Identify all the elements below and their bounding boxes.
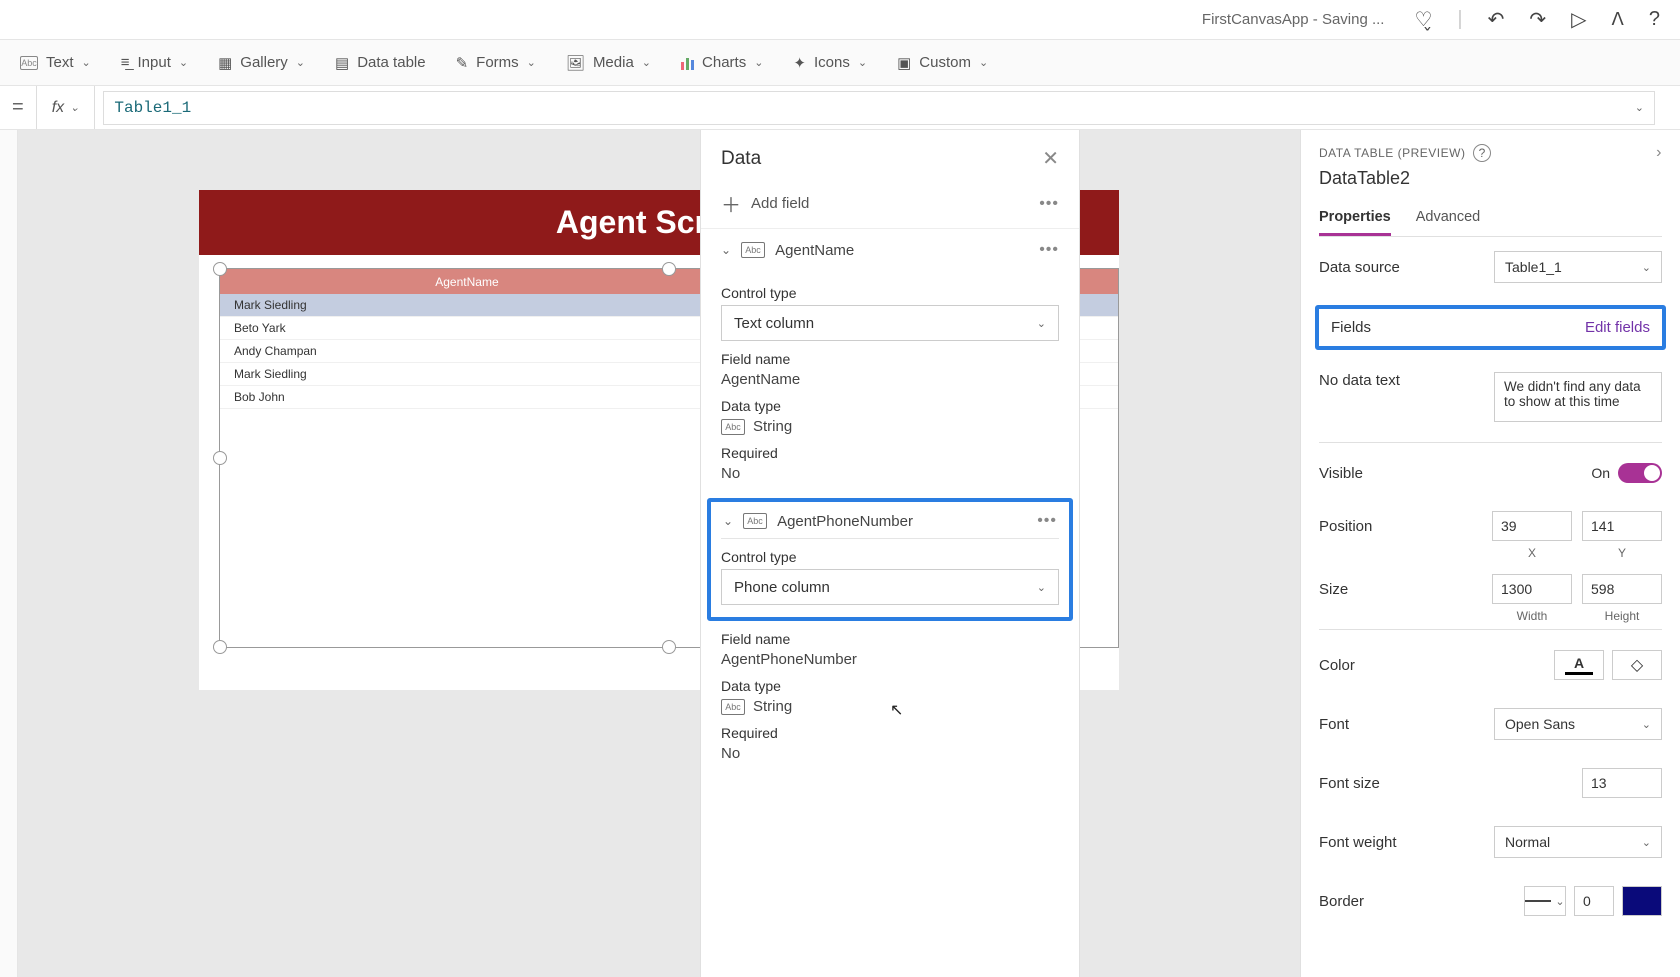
formula-input[interactable]: Table1_1 xyxy=(114,99,1634,117)
ribbon-forms[interactable]: ✎Forms⌄ xyxy=(456,54,536,72)
ribbon-gallery[interactable]: ▦Gallery⌄ xyxy=(218,54,305,72)
equals-label: = xyxy=(0,96,36,119)
tab-properties[interactable]: Properties xyxy=(1319,201,1391,236)
border-color-button[interactable] xyxy=(1622,886,1662,916)
abc-icon: Abc xyxy=(741,242,765,258)
width-input[interactable]: 1300 xyxy=(1492,574,1572,604)
more-icon[interactable]: ••• xyxy=(1039,195,1059,213)
icons-icon: ✦ xyxy=(793,54,806,72)
close-icon[interactable]: ✕ xyxy=(1042,146,1059,171)
resize-handle[interactable] xyxy=(213,262,227,276)
font-select[interactable]: Open Sans⌄ xyxy=(1494,708,1662,740)
border-style-select[interactable]: ⌄ xyxy=(1524,886,1566,916)
resize-handle[interactable] xyxy=(213,640,227,654)
field-card-agentphone-highlight: ⌄AbcAgentPhoneNumber ••• Control type Ph… xyxy=(707,498,1073,621)
control-name: DataTable2 xyxy=(1319,168,1662,189)
abc-icon: Abc xyxy=(721,699,745,715)
table-icon: ▤ xyxy=(335,54,349,72)
app-title: FirstCanvasApp - Saving ... xyxy=(1202,11,1385,28)
share-icon[interactable]: ᐱ xyxy=(1612,9,1624,30)
resize-handle[interactable] xyxy=(662,262,676,276)
ribbon-icons[interactable]: ✦Icons⌄ xyxy=(793,54,867,72)
border-width-input[interactable]: 0 xyxy=(1574,886,1614,916)
help-circle-icon[interactable]: ? xyxy=(1473,144,1491,162)
insert-ribbon: AbcText⌄ ≡̲Input⌄ ▦Gallery⌄ ▤Data table … xyxy=(0,40,1680,86)
tab-advanced[interactable]: Advanced xyxy=(1416,201,1481,236)
health-icon[interactable]: ♡̬ xyxy=(1414,7,1432,32)
fields-row-highlight: Fields Edit fields xyxy=(1315,305,1666,350)
position-y-input[interactable]: 141 xyxy=(1582,511,1662,541)
control-type-select[interactable]: Phone column⌄ xyxy=(721,569,1059,605)
fx-button[interactable]: fx⌄ xyxy=(36,86,96,129)
play-icon[interactable]: ▷ xyxy=(1571,7,1586,32)
chevron-right-icon[interactable]: › xyxy=(1656,144,1662,162)
media-icon: 🖼 xyxy=(566,54,585,72)
edit-fields-link[interactable]: Edit fields xyxy=(1585,319,1650,336)
properties-pane: DATA TABLE (PREVIEW) ? › DataTable2 Prop… xyxy=(1300,130,1680,977)
fill-color-button[interactable]: ◇ xyxy=(1612,650,1662,680)
field-card-agentname: ⌄AbcAgentName ••• Control type Text colu… xyxy=(701,228,1079,496)
column-header[interactable]: AgentName xyxy=(220,275,714,289)
gallery-icon: ▦ xyxy=(218,54,232,72)
font-weight-select[interactable]: Normal⌄ xyxy=(1494,826,1662,858)
ribbon-text[interactable]: AbcText⌄ xyxy=(20,54,91,71)
title-bar: FirstCanvasApp - Saving ... ♡̬ | ↶ ↷ ▷ ᐱ… xyxy=(0,0,1680,40)
chevron-down-icon: ⌄ xyxy=(723,514,733,528)
abc-icon: Abc xyxy=(743,513,767,529)
field-header[interactable]: ⌄AbcAgentName ••• xyxy=(701,229,1079,271)
canvas-area: Agent Screen AgentName Ag Mark Siedling5… xyxy=(18,130,1300,977)
custom-icon: ▣ xyxy=(897,54,911,72)
more-icon[interactable]: ••• xyxy=(1037,512,1057,530)
chevron-down-icon: ⌄ xyxy=(721,243,731,257)
resize-handle[interactable] xyxy=(213,451,227,465)
font-size-input[interactable]: 13 xyxy=(1582,768,1662,798)
abc-icon: Abc xyxy=(20,56,38,70)
input-icon: ≡̲ xyxy=(121,54,130,71)
data-pane-title: Data xyxy=(721,148,761,170)
ribbon-custom[interactable]: ▣Custom⌄ xyxy=(897,54,988,72)
cursor-icon: ↖ xyxy=(890,700,903,720)
field-header[interactable]: ⌄AbcAgentPhoneNumber ••• xyxy=(721,508,1059,534)
font-color-button[interactable]: A xyxy=(1554,650,1604,680)
data-source-select[interactable]: Table1_1⌄ xyxy=(1494,251,1662,283)
formula-bar: = fx⌄ Table1_1 ⌄ xyxy=(0,86,1680,130)
height-input[interactable]: 598 xyxy=(1582,574,1662,604)
resize-handle[interactable] xyxy=(662,640,676,654)
control-type-select[interactable]: Text column⌄ xyxy=(721,305,1059,341)
redo-icon[interactable]: ↷ xyxy=(1529,7,1546,32)
ribbon-charts[interactable]: Charts⌄ xyxy=(681,54,763,71)
add-field-button[interactable]: ＋Add field xyxy=(721,189,809,218)
left-rail xyxy=(0,130,18,977)
undo-icon[interactable]: ↶ xyxy=(1488,7,1505,32)
formula-expand-icon[interactable]: ⌄ xyxy=(1635,101,1644,114)
data-pane: Data ✕ ＋Add field ••• ⌄AbcAgentName ••• … xyxy=(700,130,1080,977)
plus-icon: ＋ xyxy=(721,189,741,218)
more-icon[interactable]: ••• xyxy=(1039,241,1059,259)
help-icon[interactable]: ? xyxy=(1649,8,1660,31)
ribbon-input[interactable]: ≡̲Input⌄ xyxy=(121,54,188,71)
position-x-input[interactable]: 39 xyxy=(1492,511,1572,541)
ribbon-media[interactable]: 🖼Media⌄ xyxy=(566,54,651,72)
visible-toggle[interactable] xyxy=(1618,463,1662,483)
chart-icon xyxy=(681,56,694,70)
ribbon-data-table[interactable]: ▤Data table xyxy=(335,54,426,72)
forms-icon: ✎ xyxy=(456,54,469,72)
no-data-text-input[interactable]: We didn't find any data to show at this … xyxy=(1494,372,1662,422)
control-type-header: DATA TABLE (PREVIEW) xyxy=(1319,146,1465,160)
abc-icon: Abc xyxy=(721,419,745,435)
